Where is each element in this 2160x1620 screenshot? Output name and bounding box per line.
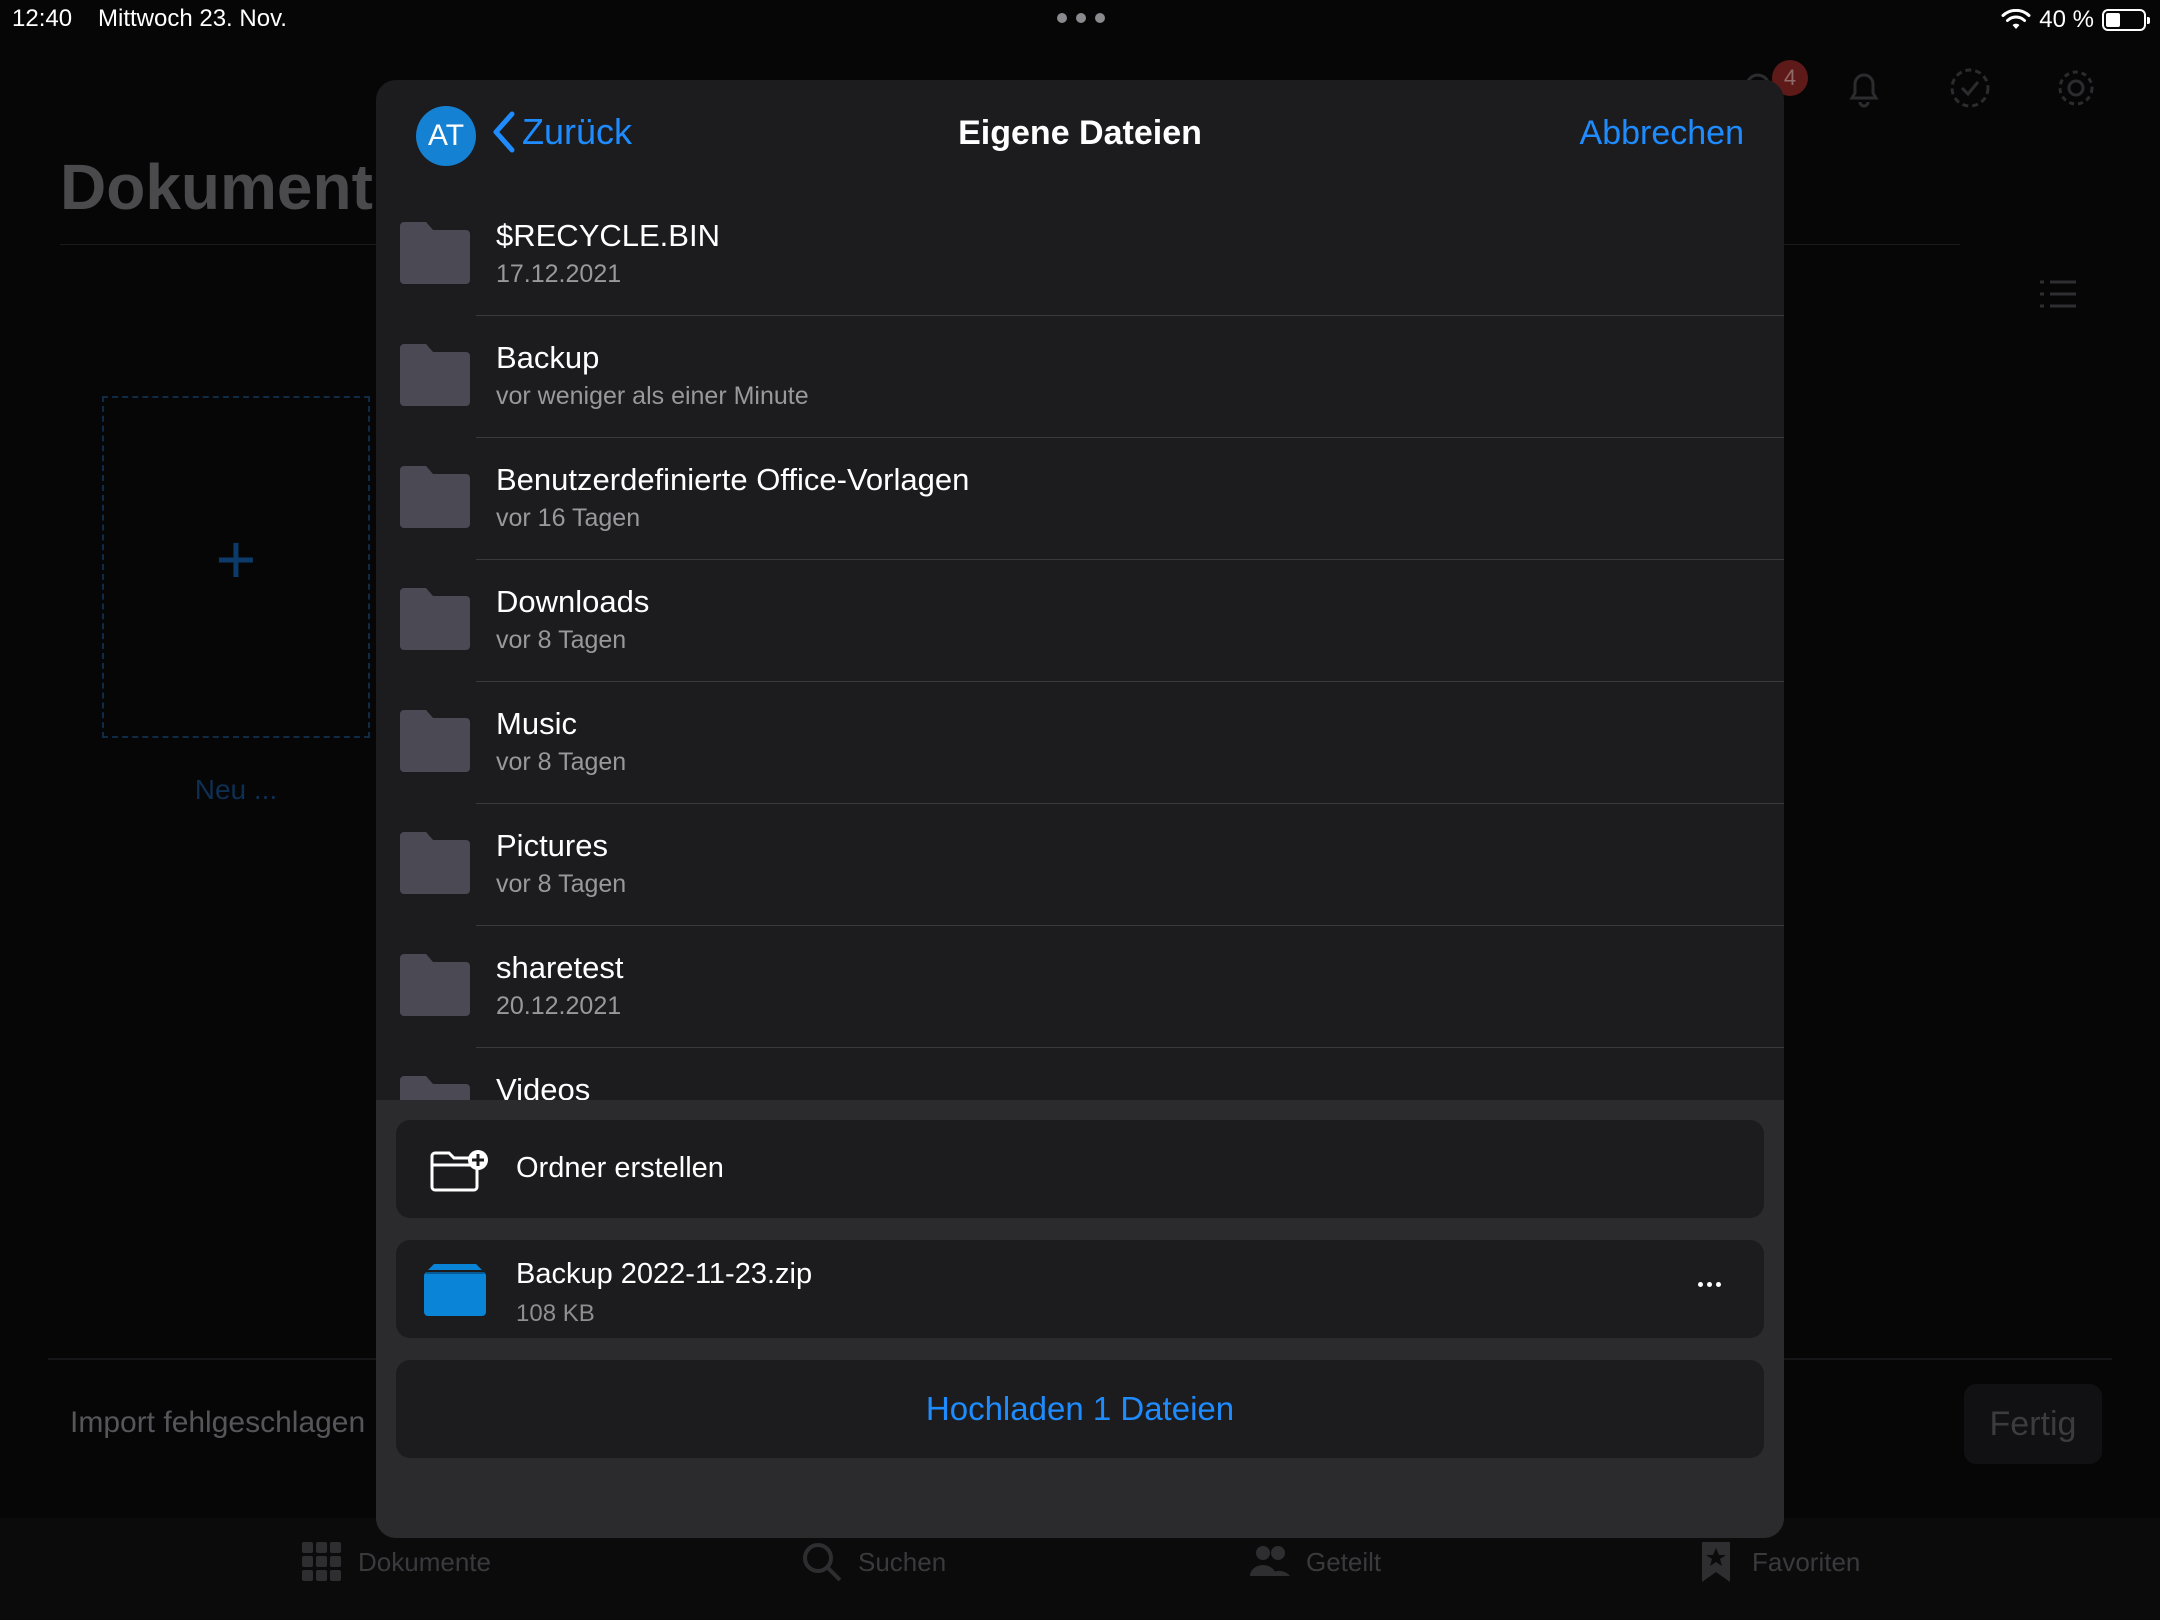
folder-date: vor 8 Tagen xyxy=(496,748,627,776)
plus-icon: + xyxy=(215,520,257,598)
archive-box-icon xyxy=(424,1264,486,1316)
status-time: 12:40 xyxy=(12,5,73,32)
folder-name: Pictures xyxy=(496,828,608,863)
bookmark-star-icon xyxy=(1702,1542,1730,1582)
folder-row[interactable]: Pictures vor 8 Tagen xyxy=(376,804,1784,926)
folder-icon xyxy=(400,222,470,284)
folder-icon xyxy=(400,466,470,528)
create-folder-label: Ordner erstellen xyxy=(516,1152,724,1184)
folder-row[interactable]: Videos xyxy=(376,1048,1784,1100)
check-circle-icon[interactable] xyxy=(1946,64,1994,112)
folder-name: Music xyxy=(496,706,577,741)
cancel-button[interactable]: Abbrechen xyxy=(1580,114,1744,153)
save-destination-sheet: AT Zurück Eigene Dateien Abbrechen $RECY… xyxy=(376,80,1784,1538)
folder-row[interactable]: sharetest 20.12.2021 xyxy=(376,926,1784,1048)
upload-button[interactable]: Hochladen 1 Dateien xyxy=(396,1360,1764,1458)
folder-date: 20.12.2021 xyxy=(496,992,622,1020)
sheet-title: Eigene Dateien xyxy=(958,114,1202,152)
folder-add-icon xyxy=(430,1150,488,1192)
folder-date: vor weniger als einer Minute xyxy=(496,382,809,410)
folder-date: vor 8 Tagen xyxy=(496,626,627,654)
folder-name: Downloads xyxy=(496,584,650,619)
new-document-label: Neu ... xyxy=(194,774,278,805)
list-view-icon[interactable] xyxy=(2038,278,2078,310)
folder-list[interactable]: $RECYCLE.BIN 17.12.2021 Backup vor wenig… xyxy=(376,194,1784,1100)
status-bar: 12:40 Mittwoch 23. Nov. 40 % xyxy=(0,0,2160,40)
people-icon xyxy=(1250,1546,1290,1576)
sheet-header: AT Zurück Eigene Dateien Abbrechen xyxy=(376,80,1784,194)
wifi-icon xyxy=(2001,9,2031,29)
tab-label: Dokumente xyxy=(358,1546,491,1577)
status-date: Mittwoch 23. Nov. xyxy=(98,5,287,32)
battery-percent: 40 % xyxy=(2039,6,2094,33)
folder-icon xyxy=(400,832,470,894)
folder-name: Videos xyxy=(496,1072,591,1100)
folder-row[interactable]: $RECYCLE.BIN 17.12.2021 xyxy=(376,194,1784,316)
done-button[interactable]: Fertig xyxy=(1964,1384,2102,1464)
grid-icon xyxy=(302,1542,341,1581)
tab-label: Suchen xyxy=(858,1546,947,1577)
folder-row[interactable]: Backup vor weniger als einer Minute xyxy=(376,316,1784,438)
folder-row[interactable]: Music vor 8 Tagen xyxy=(376,682,1784,804)
folder-name: sharetest xyxy=(496,950,624,985)
folder-date: 17.12.2021 xyxy=(496,260,622,288)
folder-row[interactable]: Benutzerdefinierte Office-Vorlagen vor 1… xyxy=(376,438,1784,560)
file-name: Backup 2022-11-23.zip xyxy=(516,1258,813,1290)
folder-name: Backup xyxy=(496,340,600,375)
folder-icon xyxy=(400,954,470,1016)
folder-row[interactable]: Downloads vor 8 Tagen xyxy=(376,560,1784,682)
new-document-card[interactable]: + xyxy=(102,396,370,738)
upload-file-item: Backup 2022-11-23.zip 108 KB xyxy=(396,1240,1764,1338)
tab-label: Geteilt xyxy=(1306,1546,1382,1577)
tab-shared[interactable]: Geteilt xyxy=(1248,1540,1381,1584)
bell-icon[interactable] xyxy=(1840,64,1888,112)
folder-name: $RECYCLE.BIN xyxy=(496,218,720,253)
file-size: 108 KB xyxy=(516,1300,595,1327)
more-options-icon[interactable] xyxy=(1698,1274,1728,1294)
page-title: Dokument xyxy=(60,151,373,223)
battery-icon xyxy=(2102,9,2150,31)
tab-label: Favoriten xyxy=(1752,1546,1861,1577)
folder-icon xyxy=(400,588,470,650)
folder-name: Benutzerdefinierte Office-Vorlagen xyxy=(496,462,970,497)
tab-favorites[interactable]: Favoriten xyxy=(1694,1540,1860,1584)
folder-icon xyxy=(400,1076,470,1100)
bottom-panel: Ordner erstellen Backup 2022-11-23.zip 1… xyxy=(376,1100,1784,1538)
folder-date: vor 8 Tagen xyxy=(496,870,627,898)
gear-icon[interactable] xyxy=(2052,64,2100,112)
folder-icon xyxy=(400,710,470,772)
create-folder-button[interactable]: Ordner erstellen xyxy=(396,1120,1764,1218)
folder-date: vor 16 Tagen xyxy=(496,504,641,532)
status-right: 40 % xyxy=(2001,6,2150,34)
multitasking-dots-icon[interactable] xyxy=(1057,13,1105,29)
folder-icon xyxy=(400,344,470,406)
tab-documents[interactable]: Dokumente xyxy=(300,1540,491,1584)
tab-search[interactable]: Suchen xyxy=(800,1540,946,1584)
import-status: Import fehlgeschlagen xyxy=(70,1406,366,1439)
search-icon xyxy=(803,1543,842,1582)
